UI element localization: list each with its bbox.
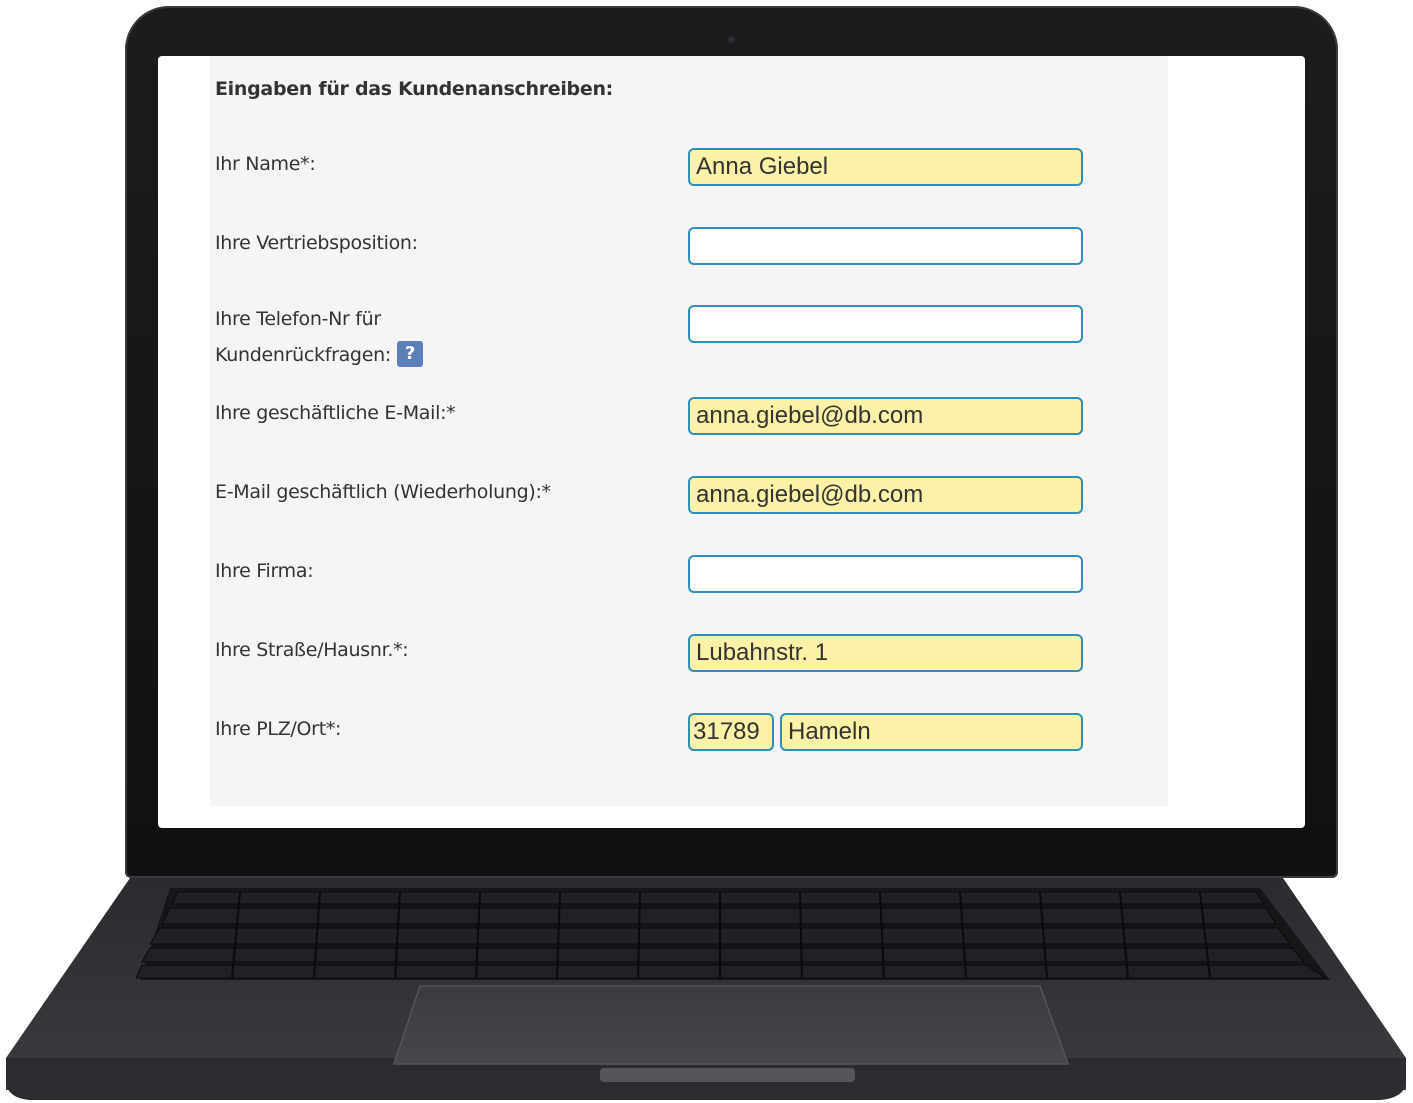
label-phone-line1: Ihre Telefon-Nr für: [215, 308, 381, 330]
form-heading: Eingaben für das Kundenanschreiben:: [215, 78, 613, 100]
position-input[interactable]: [688, 227, 1083, 265]
email-input[interactable]: [688, 397, 1083, 435]
label-city: Ihre PLZ/Ort*:: [215, 718, 342, 740]
email-repeat-input[interactable]: [688, 476, 1083, 514]
label-email: Ihre geschäftliche E-Mail:*: [215, 402, 456, 424]
help-icon[interactable]: ?: [396, 341, 423, 367]
label-phone-line2: Kundenrückfragen:: [215, 344, 391, 366]
label-street: Ihre Straße/Hausnr.*:: [215, 639, 409, 661]
label-company: Ihre Firma:: [215, 560, 314, 582]
label-position: Ihre Vertriebsposition:: [215, 232, 418, 254]
phone-input[interactable]: [688, 305, 1083, 343]
laptop-base: [0, 868, 1413, 1103]
label-name: Ihr Name*:: [215, 153, 316, 175]
keyboard-illustration: [6, 878, 1406, 1100]
street-input[interactable]: [688, 634, 1083, 672]
laptop-screen: Eingaben für das Kundenanschreiben: Ihr …: [158, 56, 1305, 828]
label-phone: Ihre Telefon-Nr für Kundenrückfragen:?: [215, 301, 635, 373]
zip-input[interactable]: [688, 713, 774, 751]
label-email-repeat: E-Mail geschäftlich (Wiederholung):*: [215, 481, 551, 503]
webcam-icon: [728, 36, 735, 43]
city-input[interactable]: [780, 713, 1083, 751]
company-input[interactable]: [688, 555, 1083, 593]
name-input[interactable]: [688, 148, 1083, 186]
